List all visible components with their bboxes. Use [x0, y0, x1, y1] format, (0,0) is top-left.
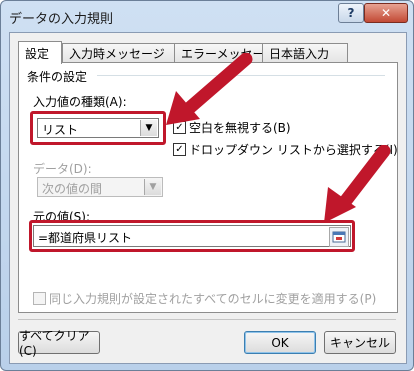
chevron-down-icon: ▼ [144, 179, 161, 195]
criteria-group-label: 条件の設定 [27, 70, 88, 84]
source-highlight-box [29, 220, 355, 252]
dialog-client: 設定 入力時メッセージ エラーメッセージ 日本語入力 条件の設定 入力値の種類(… [9, 32, 407, 364]
apply-all-checkbox [33, 292, 46, 305]
dialog-window: データの入力規則 ? ✕ 設定 入力時メッセージ エラーメッセージ 日本語入力 … [0, 0, 414, 371]
dialog-title: データの入力規則 [9, 12, 114, 27]
tab-settings[interactable]: 設定 [18, 41, 62, 64]
cancel-button[interactable]: キャンセル [324, 331, 396, 354]
apply-all-label: 同じ入力規則が設定されたすべてのセルに変更を適用する(P) [49, 292, 377, 306]
clear-all-button[interactable]: すべてクリア(C) [18, 329, 100, 358]
allow-label: 入力値の種類(A): [33, 95, 127, 109]
data-dropdown: 次の値の間 ▼ [37, 177, 163, 197]
allow-highlight-box [30, 111, 166, 145]
arrow-to-allow-icon [166, 53, 253, 125]
data-dropdown-value: 次の値の間 [42, 182, 103, 196]
title-bar: データの入力規則 ? ✕ [1, 1, 413, 31]
in-cell-dropdown-checkbox[interactable]: ✓ [173, 143, 186, 156]
close-button[interactable]: ✕ [364, 3, 408, 23]
button-divider [18, 319, 396, 320]
arrow-to-source-icon [324, 145, 391, 223]
help-button[interactable]: ? [338, 3, 364, 23]
ok-button[interactable]: OK [244, 331, 316, 354]
tab-ime-mode[interactable]: 日本語入力 [262, 43, 348, 63]
data-label: データ(D): [33, 162, 92, 176]
